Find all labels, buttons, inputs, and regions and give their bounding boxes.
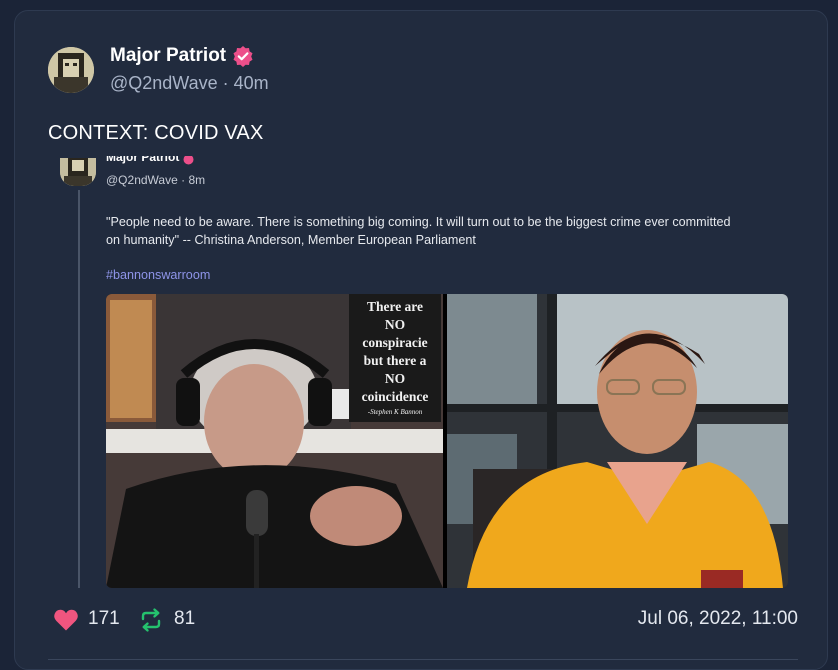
embedded-post[interactable]: Major Patriot @Q2ndWave · 8m "People nee… xyxy=(60,156,800,588)
embedded-video-frame[interactable]: There are NO conspiracie but there a NO … xyxy=(106,294,788,588)
author-handle-row: @Q2ndWave · 40m xyxy=(110,73,269,94)
embedded-verified-badge-icon xyxy=(183,156,194,164)
embedded-handle-separator: · xyxy=(177,173,189,187)
thread-line xyxy=(78,190,80,588)
hashtag-link[interactable]: #bannonswarroom xyxy=(106,268,210,282)
sign-line: NO xyxy=(384,371,406,386)
sign-line: conspiracie xyxy=(362,335,428,350)
repost-icon[interactable] xyxy=(138,607,164,633)
author-avatar[interactable] xyxy=(48,47,94,93)
sign-signature: -Stephen K Bannon xyxy=(367,408,423,416)
embedded-author-avatar xyxy=(60,158,96,186)
embedded-author-name: Major Patriot xyxy=(106,156,180,164)
embedded-handle-row: @Q2ndWave · 8m xyxy=(106,173,205,187)
heart-icon[interactable] xyxy=(53,608,79,632)
sign-line: NO xyxy=(384,317,406,332)
sign-line: There are xyxy=(366,299,424,314)
post-age[interactable]: 40m xyxy=(234,73,269,93)
sign-line: coincidence xyxy=(361,389,429,404)
embedded-author-handle: @Q2ndWave xyxy=(106,173,178,187)
like-count[interactable]: 171 xyxy=(88,608,120,630)
footer-divider xyxy=(48,659,798,660)
sign-line: but there a xyxy=(363,353,427,368)
video-sign: There are NO conspiracie but there a NO … xyxy=(349,294,441,422)
post-footer: 171 81 Jul 06, 2022, 11:00 xyxy=(48,604,798,634)
post-card[interactable]: Major Patriot @Q2ndWave · 40m CONTEXT: C… xyxy=(14,10,828,670)
repost-count[interactable]: 81 xyxy=(174,608,195,630)
embedded-quote-text: "People need to be aware. There is somet… xyxy=(106,215,731,247)
post-timestamp[interactable]: Jul 06, 2022, 11:00 xyxy=(638,608,798,630)
author-handle[interactable]: @Q2ndWave xyxy=(110,73,218,93)
video-panel-left: There are NO conspiracie but there a NO … xyxy=(106,294,443,588)
video-panel-right xyxy=(447,294,788,588)
verified-badge-icon xyxy=(232,45,254,67)
handle-separator: · xyxy=(217,73,234,93)
author-name[interactable]: Major Patriot xyxy=(110,45,226,67)
post-text: CONTEXT: COVID VAX xyxy=(48,122,264,144)
embedded-post-age: 8m xyxy=(188,173,206,187)
